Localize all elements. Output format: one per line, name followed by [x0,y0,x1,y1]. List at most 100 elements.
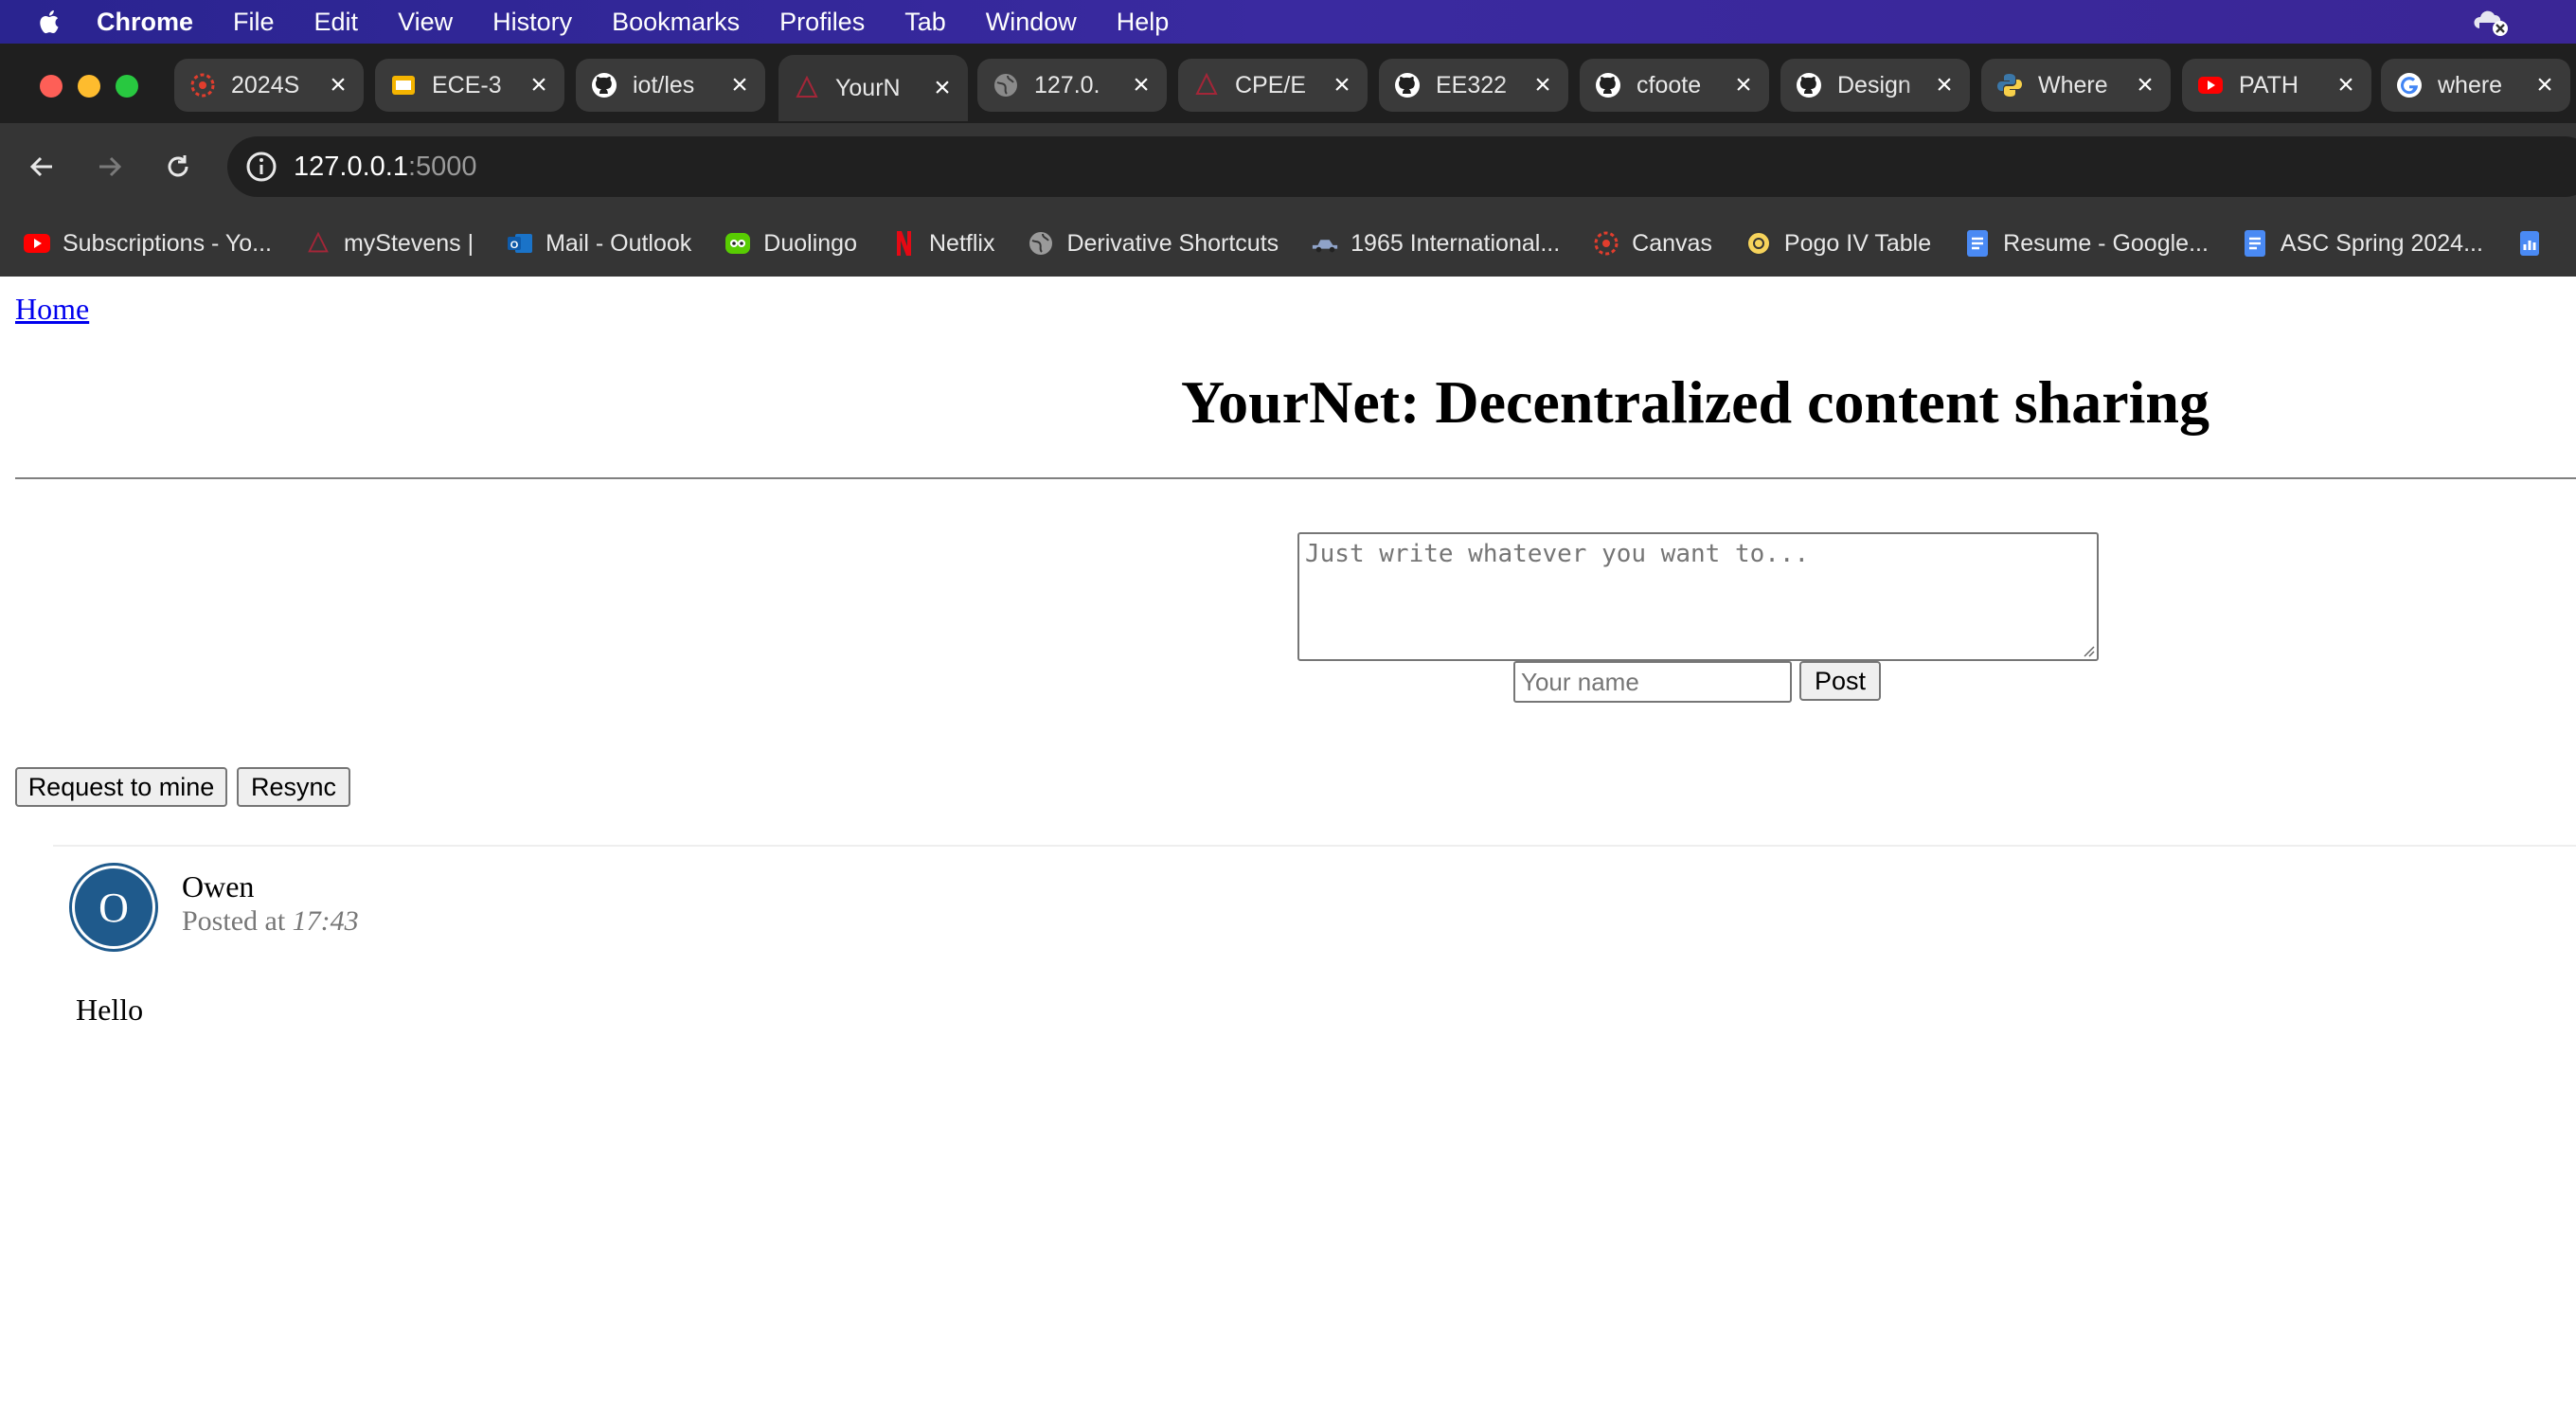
canvas-icon [1592,229,1620,258]
github-icon [1392,70,1422,100]
tab-close-icon[interactable]: × [1529,69,1557,100]
youtube-icon [23,229,51,258]
resync-button[interactable]: Resync [237,767,350,807]
site-info-icon[interactable] [244,150,278,184]
menu-edit[interactable]: Edit [314,8,359,37]
bookmark-derivative-shortcuts[interactable]: Derivative Shortcuts [1027,229,1279,258]
menu-chrome[interactable]: Chrome [97,8,193,37]
tab-close-icon[interactable]: × [525,69,553,100]
bookmark-outlook[interactable]: O Mail - Outlook [506,229,691,258]
bookmark-asc-spring[interactable]: ASC Spring 2024... [2241,229,2483,258]
globe-icon [991,70,1021,100]
address-bar[interactable]: 127.0.0.1:5000 [227,136,2576,197]
tab-close-icon[interactable]: × [1930,69,1959,100]
tab-cfoote[interactable]: cfoote × [1580,59,1769,112]
bookmark-1965-international[interactable]: 1965 International... [1311,229,1560,258]
netflix-icon [889,229,918,258]
menu-file[interactable]: File [233,8,275,37]
globe-icon [1027,229,1055,258]
zoom-window-button[interactable] [116,75,138,98]
canvas-icon [188,70,218,100]
apple-menu-icon[interactable] [36,8,64,36]
bookmark-canvas[interactable]: Canvas [1592,229,1712,258]
minimize-window-button[interactable] [78,75,100,98]
post-timestamp: Posted at 17:43 [182,905,359,938]
tab-close-icon[interactable]: × [2531,69,2559,100]
menu-view[interactable]: View [398,8,453,37]
macos-menu-bar: Chrome File Edit View History Bookmarks … [0,0,2576,44]
menu-history[interactable]: History [492,8,572,37]
truck-icon [1311,229,1339,258]
posted-prefix: Posted at [182,905,293,937]
home-link[interactable]: Home [15,292,89,327]
tab-close-icon[interactable]: × [1328,69,1356,100]
post-time: 17:43 [292,905,359,937]
back-arrow-icon[interactable] [23,148,61,186]
url-port: :5000 [407,151,477,182]
tab-cpe[interactable]: CPE/E × [1178,59,1368,112]
close-window-button[interactable] [40,75,63,98]
page-title: YourNet: Decentralized content sharing [1181,368,2209,436]
stevens-icon [304,229,332,258]
web-page: Home YourNet: Decentralized content shar… [0,277,2576,1413]
bookmark-subscriptions[interactable]: Subscriptions - Yo... [23,229,272,258]
bookmark-mystevens[interactable]: myStevens | [304,229,474,258]
tab-127[interactable]: 127.0. × [977,59,1167,112]
tab-close-icon[interactable]: × [2131,69,2159,100]
tab-strip: 2024S × ECE-3 × iot/les × YourN × 127.0.… [0,44,2576,123]
tab-ee322[interactable]: EE322 × [1379,59,1568,112]
post-content-textarea[interactable] [1297,532,2099,661]
bookmark-duolingo[interactable]: Duolingo [724,229,857,258]
docs-icon [2241,229,2269,258]
bookmark-pogo-iv-table[interactable]: Pogo IV Table [1744,229,1931,258]
chart-icon [2515,229,2544,258]
menu-bookmarks[interactable]: Bookmarks [612,8,740,37]
menu-tab[interactable]: Tab [904,8,946,37]
tab-close-icon[interactable]: × [928,72,957,103]
resize-grip-icon[interactable] [2080,642,2095,657]
youtube-icon [2195,70,2226,100]
stevens-icon [792,73,822,103]
tab-path[interactable]: PATH × [2182,59,2371,112]
request-to-mine-button[interactable]: Request to mine [15,767,227,807]
slides-icon [388,70,419,100]
tab-close-icon[interactable]: × [725,69,754,100]
github-icon [1794,70,1824,100]
bookmark-overflow[interactable] [2515,229,2555,258]
tab-close-icon[interactable]: × [1127,69,1155,100]
browser-toolbar: 127.0.0.1:5000 [0,123,2576,210]
avatar: O [72,866,155,949]
stevens-icon [1191,70,1222,100]
tab-where-google[interactable]: where × [2381,59,2570,112]
reload-icon[interactable] [159,148,197,186]
forward-arrow-icon[interactable] [91,148,129,186]
pogo-icon [1744,229,1773,258]
svg-text:O: O [510,240,519,251]
menu-profiles[interactable]: Profiles [779,8,865,37]
name-input[interactable] [1513,661,1792,703]
docs-icon [1963,229,1992,258]
tab-iot-les[interactable]: iot/les × [576,59,765,112]
horizontal-rule [15,477,2576,479]
bookmark-netflix[interactable]: Netflix [889,229,994,258]
tab-yournet-active[interactable]: YourN × [778,55,968,121]
tab-close-icon[interactable]: × [2332,69,2360,100]
feed-divider [53,845,2576,847]
menu-help[interactable]: Help [1117,8,1170,37]
duolingo-icon [724,229,752,258]
tab-close-icon[interactable]: × [324,69,352,100]
github-icon [1593,70,1623,100]
github-icon [589,70,619,100]
tab-close-icon[interactable]: × [1729,69,1758,100]
google-icon [2394,70,2424,100]
post-button[interactable]: Post [1799,661,1881,701]
menu-window[interactable]: Window [986,8,1077,37]
post-body: Hello [76,993,144,1027]
icloud-icon[interactable] [2472,8,2510,36]
tab-2024s[interactable]: 2024S × [174,59,364,112]
bookmark-resume[interactable]: Resume - Google... [1963,229,2209,258]
tab-ece[interactable]: ECE-3 × [375,59,564,112]
post-author: Owen [182,869,255,903]
tab-design[interactable]: Design × [1780,59,1970,112]
tab-where-python[interactable]: Where × [1981,59,2171,112]
